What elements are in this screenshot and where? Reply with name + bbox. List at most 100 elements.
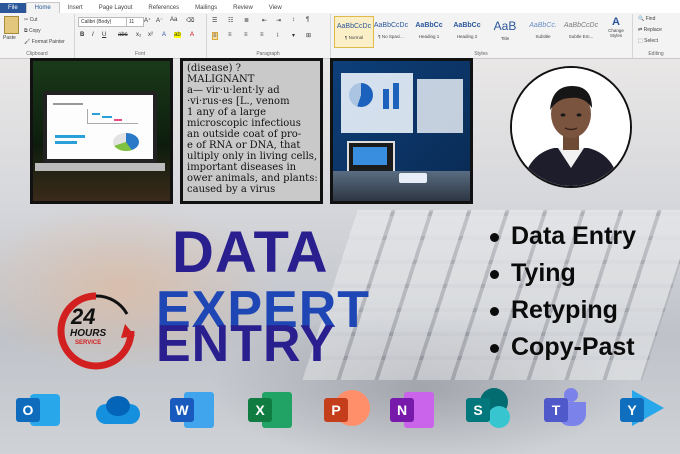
- service-label: Copy-Past: [511, 333, 635, 361]
- style-heading-1[interactable]: AaBbCc Heading 1: [410, 16, 448, 46]
- highlight-icon[interactable]: ab: [174, 32, 181, 38]
- change-case-icon[interactable]: Aa: [170, 17, 177, 23]
- font-color-icon[interactable]: A: [190, 32, 194, 38]
- list-item: Data Entry: [490, 218, 636, 255]
- clear-format-icon[interactable]: ⌫: [186, 17, 194, 24]
- tab-references[interactable]: References: [140, 3, 187, 13]
- copy-button[interactable]: ⧉ Copy: [24, 28, 41, 34]
- tab-view[interactable]: View: [261, 3, 290, 13]
- badge-service: SERVICE: [75, 340, 102, 346]
- bullet-icon: [490, 232, 499, 242]
- select-button[interactable]: ⬚ Select: [638, 38, 658, 44]
- teams-icon: T: [544, 388, 588, 432]
- powerpoint-letter: P: [331, 402, 341, 418]
- dictionary-line: 1 any of a large: [187, 107, 267, 118]
- dictionary-line: an outside coat of pro-: [187, 129, 302, 140]
- style-name: Subtitle: [535, 34, 551, 39]
- line-spacing-icon[interactable]: ↨: [276, 32, 279, 38]
- tab-home[interactable]: Home: [25, 2, 60, 13]
- align-right-icon[interactable]: ≡: [244, 32, 248, 38]
- clipboard-label: Clipboard: [26, 51, 48, 57]
- sharepoint-circle-2: [488, 406, 510, 428]
- strikethrough-icon[interactable]: abc: [118, 32, 128, 38]
- tab-insert[interactable]: Insert: [60, 3, 91, 13]
- cut-button[interactable]: ✂ Cut: [24, 17, 37, 23]
- service-label: Data Entry: [511, 222, 637, 250]
- paragraph-label: Paragraph: [256, 51, 280, 57]
- multilevel-list-icon[interactable]: ≣: [244, 17, 249, 24]
- word-ribbon: File Home Insert Page Layout References …: [0, 0, 680, 59]
- tab-mailings[interactable]: Mailings: [187, 3, 225, 13]
- styles-label: Styles: [474, 51, 488, 57]
- style-subtle-emphasis[interactable]: AaBbCcDc Subtle Em...: [562, 16, 600, 46]
- style-sample: AaBbCc: [415, 22, 443, 29]
- teams-letter: T: [551, 402, 561, 418]
- bold-icon[interactable]: B: [80, 32, 84, 38]
- laptop-chart-photo: [30, 58, 173, 204]
- subscript-icon[interactable]: x₂: [136, 32, 141, 38]
- text-effects-icon[interactable]: A: [162, 32, 166, 38]
- align-center-icon[interactable]: ≡: [228, 32, 232, 38]
- style-no-spacing[interactable]: AaBbCcDc ¶ No Spaci...: [372, 16, 410, 46]
- numbering-icon[interactable]: ☷: [228, 17, 233, 24]
- mini-bar: [55, 135, 85, 138]
- font-name-select[interactable]: Calibri (Body): [78, 17, 128, 27]
- tab-review[interactable]: Review: [225, 3, 261, 13]
- tab-page-layout[interactable]: Page Layout: [91, 3, 141, 13]
- replace-button[interactable]: ⇄ Replace: [638, 27, 662, 33]
- editing-group: 🔍 Find ⇄ Replace ⬚ Select Editing: [632, 14, 680, 58]
- dictionary-line: caused by a virus: [187, 184, 276, 195]
- style-normal[interactable]: AaBbCcDc ¶ Normal: [334, 16, 374, 48]
- format-painter-button[interactable]: 🖌 Format Painter: [24, 39, 65, 45]
- laptop-base: [35, 163, 165, 171]
- change-styles-button[interactable]: A Change Styles: [602, 16, 630, 50]
- borders-icon[interactable]: ⊞: [306, 32, 311, 39]
- tab-file[interactable]: File: [0, 3, 26, 13]
- tech-workspace-photo: [330, 58, 473, 204]
- find-button[interactable]: 🔍 Find: [638, 16, 655, 22]
- wall-screen-right: [417, 79, 463, 133]
- align-left-icon[interactable]: ≡: [212, 32, 218, 40]
- desk-laptop: [347, 141, 395, 173]
- change-styles-icon: A: [612, 16, 620, 28]
- sheet-line: [53, 103, 83, 105]
- increase-indent-icon[interactable]: ⇥: [276, 17, 281, 24]
- justify-icon[interactable]: ≡: [260, 32, 264, 38]
- paragraph-group: ☰ ☷ ≣ ⇤ ⇥ ↕ ¶ ≡ ≡ ≡ ≡ ↨ ▾ ⊞ Paragraph: [206, 14, 331, 58]
- excel-letter: X: [255, 402, 265, 418]
- word-letter: W: [175, 402, 189, 418]
- mini-pie: [113, 133, 139, 151]
- style-name: Title: [500, 36, 510, 41]
- grow-font-icon[interactable]: A⁺: [144, 17, 151, 24]
- shading-icon[interactable]: ▾: [292, 32, 295, 39]
- yammer-letter: Y: [627, 402, 637, 418]
- excel-icon: X: [248, 388, 292, 432]
- bullet-icon: [490, 343, 499, 353]
- superscript-icon[interactable]: x²: [148, 32, 153, 38]
- dictionary-line: ·vi·rus·es [L., venom: [187, 96, 290, 107]
- laptop-screen: [43, 91, 157, 163]
- decrease-indent-icon[interactable]: ⇤: [262, 17, 267, 24]
- paste-icon[interactable]: [4, 16, 19, 34]
- dictionary-line: e of RNA or DNA, that: [187, 140, 301, 151]
- mini-bar: [92, 113, 100, 115]
- change-styles-label: Change Styles: [608, 28, 624, 38]
- bullets-icon[interactable]: ☰: [212, 17, 217, 24]
- style-subtitle[interactable]: AaBbCc. Subtitle: [524, 16, 562, 46]
- style-sample: AaBbCc.: [529, 22, 557, 29]
- ribbon-tabs: File Home Insert Page Layout References …: [0, 0, 680, 13]
- style-sample: AaB: [493, 19, 517, 33]
- font-size-select[interactable]: 11: [126, 17, 144, 27]
- outlook-icon: O: [16, 388, 60, 432]
- underline-icon[interactable]: U: [102, 32, 106, 38]
- italic-icon[interactable]: I: [92, 32, 94, 38]
- 24-hours-service-badge: 24 HOURS SERVICE: [55, 290, 137, 372]
- style-title[interactable]: AaB Title: [486, 16, 524, 46]
- show-formatting-icon[interactable]: ¶: [306, 17, 309, 23]
- list-item: Copy-Past: [490, 329, 636, 366]
- paste-button[interactable]: Paste: [3, 35, 16, 41]
- shrink-font-icon[interactable]: A⁻: [156, 17, 163, 24]
- style-sample: AaBbCcDc: [563, 22, 599, 29]
- sort-icon[interactable]: ↕: [292, 17, 295, 23]
- style-heading-2[interactable]: AaBbCc Heading 2: [448, 16, 486, 46]
